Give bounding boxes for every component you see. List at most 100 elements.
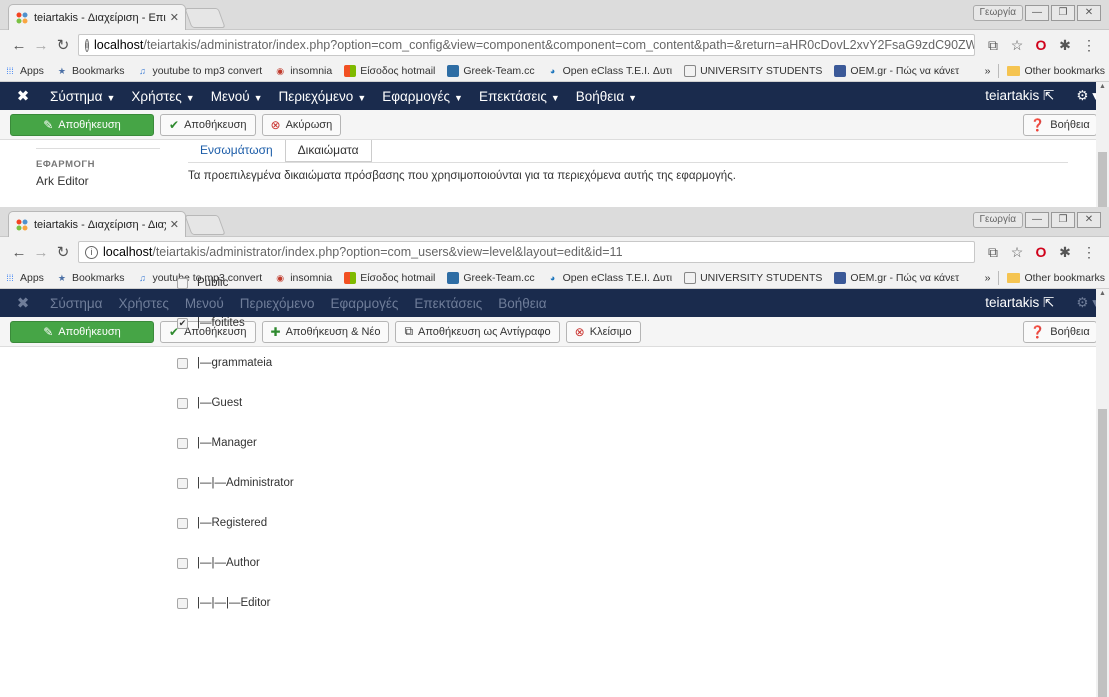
forward-icon[interactable]: → [30,37,52,54]
save-new-button[interactable]: ✚ Αποθήκευση & Νέο [261,320,390,343]
list-item[interactable]: ✔ |—foitites [177,317,245,329]
minimize-icon[interactable]: — [1025,5,1049,21]
save-copy-button[interactable]: ⧉ Αποθήκευση ως Αντίγραφο [395,320,560,343]
opera-icon[interactable]: O [1029,244,1053,260]
joomla-navbar: ✖ Σύστημα ▼ Χρήστες ▼ Μενού ▼ Περιεχόμενο ▼ … [0,82,1109,110]
profile-button[interactable]: Γεωργία [972,5,1023,21]
menu-users[interactable]: Χρήστες ▼ [131,89,194,104]
bookmark-item[interactable]: Greek-Team.cc [447,271,535,284]
save-close-button[interactable]: ✎ Αποθήκευση [10,113,154,136]
translate-icon[interactable]: ⧉ [981,37,1005,54]
close-button[interactable]: ⊗ Κλείσιμο [565,320,641,343]
bookmark-item[interactable]: ◉ insomnia [274,65,332,77]
url-input[interactable]: i localhost/teiartakis/administrator/ind… [78,34,975,56]
translate-icon[interactable]: ⧉ [981,244,1005,261]
checkbox[interactable] [177,397,188,409]
forward-icon[interactable]: → [30,244,52,261]
browser-tab[interactable]: teiartakis - Διαχείριση - Διαχ ✕ [8,211,186,237]
user-link[interactable]: teiartakis ⇱ [985,88,1054,104]
back-icon[interactable]: ← [8,37,30,54]
sidebar-link-ark-editor[interactable]: Ark Editor [36,174,89,188]
profile-button[interactable]: Γεωργία [972,212,1023,228]
menu-icon[interactable]: ⋮ [1077,37,1101,54]
bookmark-item[interactable]: ◕ Open eClass T.E.I. Δυτι [547,65,672,77]
list-item[interactable]: |—|—Administrator [177,477,294,489]
close-window-icon[interactable]: ✕ [1077,212,1101,228]
info-icon[interactable]: i [85,245,98,259]
checkbox[interactable] [177,477,188,489]
checkbox[interactable] [177,357,188,369]
cancel-button[interactable]: ⊗ Ακύρωση [261,113,342,136]
bookmark-item[interactable]: ★ Bookmarks [56,272,125,284]
menu-help[interactable]: Βοήθεια ▼ [576,89,637,104]
back-icon[interactable]: ← [8,244,30,261]
bookmarks-overflow-icon[interactable]: » [985,272,991,284]
info-icon[interactable]: i [85,38,89,52]
bookmark-item[interactable]: Greek-Team.cc [447,64,535,77]
save-button[interactable]: ✔ Αποθήκευση [160,113,256,136]
bookmark-item[interactable]: OEM.gr - Πώς να κάνετ [834,271,959,284]
new-tab-button[interactable] [184,215,226,235]
help-button[interactable]: ❓ Βοήθεια [1023,113,1097,136]
reload-icon[interactable]: ↻ [52,36,74,54]
star-icon[interactable]: ☆ [1005,37,1029,54]
maximize-icon[interactable]: ❐ [1051,212,1075,228]
close-tab-icon[interactable]: ✕ [170,11,179,24]
browser-tab[interactable]: teiartakis - Διαχείριση - Επι ✕ [8,4,186,30]
close-tab-icon[interactable]: ✕ [170,218,179,231]
close-window-icon[interactable]: ✕ [1077,5,1101,21]
reload-icon[interactable]: ↻ [52,243,74,261]
list-item[interactable]: |—Manager [177,437,257,449]
bookmark-item[interactable]: ★ Bookmarks [56,65,125,77]
url-input[interactable]: i localhost/teiartakis/administrator/ind… [78,241,975,263]
bookmark-item[interactable]: ◕ Open eClass T.E.I. Δυτι [547,272,672,284]
other-bookmarks[interactable]: Other bookmarks [1024,272,1105,284]
list-item[interactable]: Public [177,277,228,289]
menu-icon[interactable]: ⋮ [1077,244,1101,261]
menu-menus[interactable]: Μενού ▼ [211,89,263,104]
new-tab-button[interactable] [184,8,226,28]
checkbox[interactable] [177,517,188,529]
bookmark-item[interactable]: Είσοδος hotmail [344,271,435,284]
scrollbar[interactable]: ▲ [1096,289,1109,697]
list-item[interactable]: |—Guest [177,397,242,409]
extension-icon[interactable]: ✱ [1053,244,1077,261]
bookmark-item[interactable]: ♫ youtube to mp3 convert [136,65,262,77]
bookmark-item[interactable]: Είσοδος hotmail [344,64,435,77]
list-item[interactable]: |—grammateia [177,357,272,369]
bookmark-apps[interactable]: ⁞⁞⁞ Apps [4,65,44,77]
bookmark-item[interactable]: UNIVERSITY STUDENTS [684,271,822,284]
scrollbar[interactable]: ▲ [1096,82,1109,207]
star-icon[interactable]: ☆ [1005,244,1029,261]
checkbox[interactable] [177,557,188,569]
save-close-button[interactable]: ✎ Αποθήκευση [10,320,154,343]
bookmark-item[interactable]: OEM.gr - Πώς να κάνετ [834,64,959,77]
tab-permissions[interactable]: Δικαιώματα [284,140,372,162]
list-item[interactable]: |—Registered [177,517,267,529]
joomla-favicon-icon [16,219,28,230]
maximize-icon[interactable]: ❐ [1051,5,1075,21]
joomla-logo-icon[interactable]: ✖ [10,87,36,105]
bookmark-item[interactable]: UNIVERSITY STUDENTS [684,64,822,77]
menu-extensions[interactable]: Επεκτάσεις ▼ [479,89,560,104]
user-link[interactable]: teiartakis ⇱ [985,295,1054,311]
menu-content[interactable]: Περιεχόμενο ▼ [279,89,367,104]
menu-components[interactable]: Εφαρμογές ▼ [382,89,463,104]
checkbox[interactable] [177,277,188,289]
bookmark-apps[interactable]: ⁞⁞⁞ Apps [4,272,44,284]
tab-integration[interactable]: Ενσωμάτωση [188,140,285,162]
help-button[interactable]: ❓ Βοήθεια [1023,320,1097,343]
menu-system[interactable]: Σύστημα ▼ [50,89,115,104]
bookmark-item[interactable]: ◉ insomnia [274,272,332,284]
opera-icon[interactable]: O [1029,37,1053,53]
checkbox[interactable]: ✔ [177,317,188,329]
list-item[interactable]: |—|—Author [177,557,260,569]
checkbox[interactable] [177,597,188,609]
check-icon: ✔ [169,117,180,132]
list-item[interactable]: |—|—|—Editor [177,597,271,609]
checkbox[interactable] [177,437,188,449]
extension-icon[interactable]: ✱ [1053,37,1077,54]
other-bookmarks[interactable]: Other bookmarks [1024,65,1105,77]
bookmarks-overflow-icon[interactable]: » [985,65,991,77]
minimize-icon[interactable]: — [1025,212,1049,228]
